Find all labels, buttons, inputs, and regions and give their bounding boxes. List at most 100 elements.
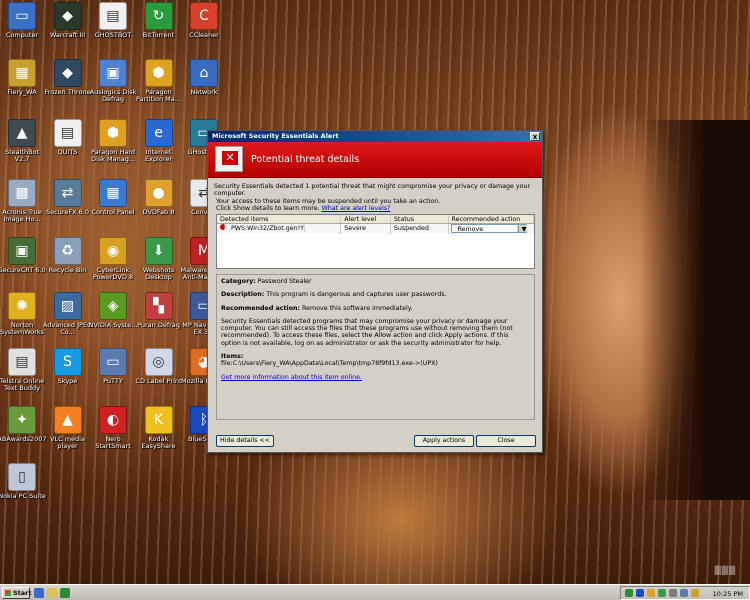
table-row[interactable]: × PWS:Win32/Zbot.gen!Y Severe Suspended R… xyxy=(217,224,534,234)
desktop-shortcut-label: Paragon Partition Ma... xyxy=(136,88,181,103)
control-panel-icon: ▦ xyxy=(99,179,127,207)
alert-intro: Security Essentials detected 1 potential… xyxy=(214,183,538,212)
desktop-shortcut[interactable]: ▤ GHOSTBOT xyxy=(88,2,138,39)
description-line: Description: This program is dangerous a… xyxy=(221,291,530,298)
selected-action: Remove xyxy=(455,225,518,233)
table-header: Detected items Alert level Status Recomm… xyxy=(217,215,534,224)
desktop-shortcut-label: CyberLink PowerDVD 8 xyxy=(92,266,134,281)
desktop-shortcut-label: Telstra Online Text Buddy xyxy=(0,377,45,392)
category-label: Category: xyxy=(221,278,256,285)
tray-bluetooth-icon[interactable] xyxy=(636,589,644,597)
column-status[interactable]: Status xyxy=(391,215,449,223)
defrag-icon: ▣ xyxy=(99,59,127,87)
desktop-shortcut[interactable]: ● DVDFab 8 xyxy=(134,179,184,216)
security-alert-dialog: Microsoft Security Essentials Alert x Po… xyxy=(207,130,543,453)
desktop-shortcut-label: NVIDIA Syste... xyxy=(88,321,138,329)
desktop-shortcut-label: Advanced JPEG Co... xyxy=(42,321,93,336)
desktop-shortcut[interactable]: K Kodak EasyShare xyxy=(134,406,184,450)
intro-line-1: Security Essentials detected 1 potential… xyxy=(214,183,531,198)
desktop-shortcut-label: Auslogics Disk Defrag xyxy=(89,88,137,103)
tray-norton-icon[interactable] xyxy=(647,589,655,597)
desktop-shortcut[interactable]: ◈ NVIDIA Syste... xyxy=(88,292,138,329)
bittorrent-icon: ↻ xyxy=(144,2,173,30)
desktop-shortcut[interactable]: ▦ Fiery_WA xyxy=(0,59,47,96)
start-button[interactable]: Start xyxy=(2,587,32,599)
tray-security-icon[interactable] xyxy=(625,589,633,597)
desktop-shortcut-label: Fiery_WA xyxy=(7,88,37,96)
desktop-shortcut[interactable]: ⬇ Webshots Desktop xyxy=(134,237,184,281)
desktop-shortcut[interactable]: ⌂ Network xyxy=(179,59,229,96)
titlebar-close-button[interactable]: x xyxy=(530,132,540,141)
desktop-shortcut[interactable]: ▨ Advanced JPEG Co... xyxy=(43,292,93,336)
desktop-shortcut[interactable]: ✺ Norton SystemWorks xyxy=(0,292,47,336)
dvdfab-icon: ● xyxy=(144,179,173,207)
quick-launch-desktop-icon[interactable] xyxy=(60,588,70,598)
desktop-shortcut[interactable]: ▚ Puran Defrag xyxy=(134,292,184,329)
desktop-shortcut[interactable]: ▲ VLC media player xyxy=(43,406,93,450)
desktop-shortcut[interactable]: ⬢ Paragon Hard Disk Manag... xyxy=(88,119,138,163)
desktop-shortcut-label: Nero StartSmart xyxy=(95,435,131,450)
desktop-shortcut[interactable]: ◐ Nero StartSmart xyxy=(88,406,138,450)
desktop-shortcut-label: Internet Explorer xyxy=(144,148,173,163)
desktop-shortcut[interactable]: ◆ Frozen Throne xyxy=(43,59,93,96)
hide-details-button[interactable]: Hide details << xyxy=(216,435,274,447)
desktop-shortcut[interactable]: ▦ Control Panel xyxy=(88,179,138,216)
tray-app-icon[interactable] xyxy=(680,589,688,597)
desktop-shortcut-label: GHOSTBOT xyxy=(94,31,132,39)
desktop-shortcut-label: Recycle Bin xyxy=(48,266,87,274)
paragon-icon: ⬢ xyxy=(144,59,173,87)
status-cell: Suspended xyxy=(391,224,449,234)
desktop-shortcut-label: Skype xyxy=(57,377,78,385)
quick-launch-folder-icon[interactable] xyxy=(47,588,57,598)
intro-line-3: Click Show details to learn more. What a… xyxy=(214,205,538,212)
desktop-shortcut-label: Warcraft III xyxy=(49,31,86,39)
desktop-shortcut[interactable]: ▤ QUITS xyxy=(43,119,93,156)
threat-details-panel: Category: Password Stealer Description: … xyxy=(216,274,535,420)
quick-launch-ie-icon[interactable] xyxy=(34,588,44,598)
desktop-shortcut[interactable]: ▲ StealthBot V2.7 xyxy=(0,119,47,163)
desktop-shortcut[interactable]: ▩ Acronis True Image Ho... xyxy=(0,179,47,223)
desktop-shortcut-label: SecureCRT 6.0 xyxy=(0,266,46,274)
desktop-shortcut[interactable]: ↻ BitTorrent xyxy=(134,2,184,39)
details-paragraph: Security Essentials detected programs th… xyxy=(221,317,513,347)
tray-network-icon[interactable] xyxy=(658,589,666,597)
desktop-shortcut[interactable]: ▭ PuTTY xyxy=(88,348,138,385)
intro-line-3-text: Click Show details to learn more. xyxy=(216,204,320,212)
desktop-shortcut[interactable]: ✦ ABAwards2007 xyxy=(0,406,47,443)
column-recommended-action[interactable]: Recommended action xyxy=(449,215,534,223)
desktop-shortcut[interactable]: ▣ Auslogics Disk Defrag xyxy=(88,59,138,103)
column-detected-items[interactable]: Detected items xyxy=(217,215,342,223)
desktop-shortcut-label: Paragon Hard Disk Manag... xyxy=(90,148,136,163)
more-info-link[interactable]: Get more information about this item onl… xyxy=(221,374,362,381)
dialog-titlebar[interactable]: Microsoft Security Essentials Alert x xyxy=(208,131,542,142)
threat-shield-icon xyxy=(215,146,243,172)
desktop-shortcut[interactable]: ◆ Warcraft III xyxy=(43,2,93,39)
desktop-shortcut[interactable]: ▭ Computer xyxy=(0,2,47,39)
items-block: Items: file:C:\Users\Fiery_WA\AppData\Lo… xyxy=(221,353,530,368)
desktop-shortcut[interactable]: S Skype xyxy=(43,348,93,385)
desktop-shortcut[interactable]: ▯ Nokia PC Suite xyxy=(0,463,47,500)
desktop-shortcut[interactable]: ♻ Recycle Bin xyxy=(43,237,93,274)
close-button[interactable]: Close xyxy=(476,435,536,447)
tray-volume-icon[interactable] xyxy=(669,589,677,597)
chevron-down-icon[interactable]: ▼ xyxy=(517,225,526,233)
alert-levels-link[interactable]: What are alert levels? xyxy=(322,205,391,212)
desktop-shortcut[interactable]: ⬢ Paragon Partition Ma... xyxy=(134,59,184,103)
column-alert-level[interactable]: Alert level xyxy=(341,215,391,223)
desktop-shortcut[interactable]: ⇄ SecureFX 6.0 xyxy=(43,179,93,216)
desktop-shortcut-label: ABAwards2007 xyxy=(0,435,47,443)
desktop-shortcut[interactable]: ▣ SecureCRT 6.0 xyxy=(0,237,47,274)
desktop-shortcut[interactable]: e Internet Explorer xyxy=(134,119,184,163)
desktop-shortcut[interactable]: C CCleaner xyxy=(179,2,229,39)
desktop-shortcut[interactable]: ▤ Telstra Online Text Buddy xyxy=(0,348,47,392)
ccleaner-icon: C xyxy=(190,2,218,30)
desktop-shortcut[interactable]: ◎ CD Label Print xyxy=(134,348,184,385)
desktop-shortcut-label: SecureFX 6.0 xyxy=(46,208,89,216)
desktop-shortcut-label: StealthBot V2.7 xyxy=(4,148,40,163)
recommended-action-select[interactable]: Remove ▼ xyxy=(450,224,527,233)
items-value: file:C:\Users\Fiery_WA\AppData\Local\Tem… xyxy=(221,360,438,368)
desktop-shortcut[interactable]: ◉ CyberLink PowerDVD 8 xyxy=(88,237,138,281)
securecrt-icon: ▣ xyxy=(8,237,36,265)
apply-actions-button[interactable]: Apply actions xyxy=(414,435,474,447)
tray-update-icon[interactable] xyxy=(691,589,699,597)
